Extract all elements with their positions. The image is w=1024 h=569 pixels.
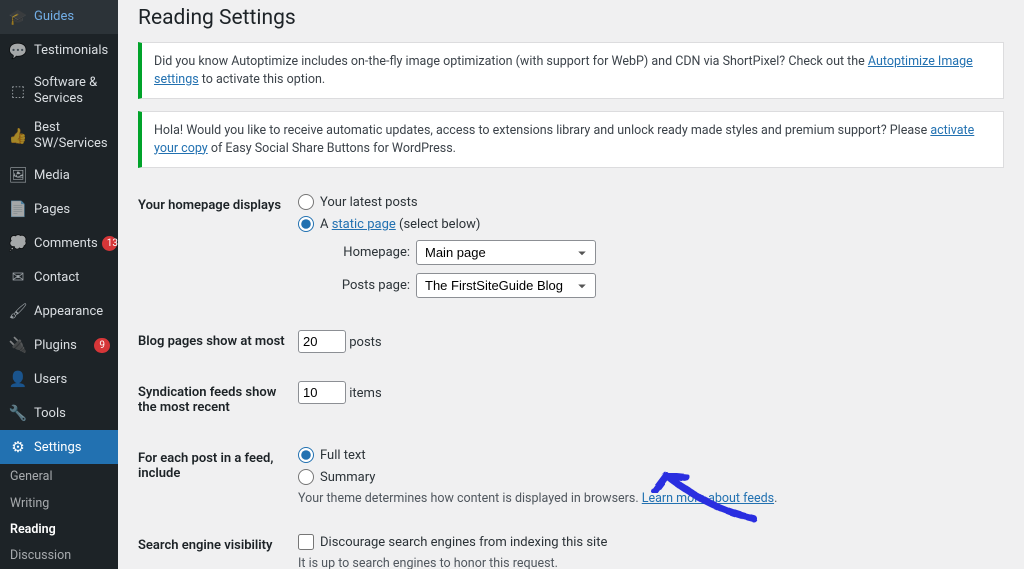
sidebar-item-label: Users bbox=[34, 372, 110, 388]
users-icon: 👤 bbox=[8, 369, 28, 389]
notice-text: Hola! Would you like to receive automati… bbox=[154, 123, 930, 138]
notice-autoptimize: Did you know Autoptimize includes on-the… bbox=[138, 42, 1004, 99]
syndication-input[interactable] bbox=[298, 381, 346, 404]
sidebar-item-media[interactable]: 🖼 Media bbox=[0, 158, 118, 192]
sidebar-item-tools[interactable]: 🔧 Tools bbox=[0, 396, 118, 430]
count-badge: 9 bbox=[94, 338, 110, 353]
guides-icon: 🎓 bbox=[8, 7, 28, 27]
settings-form: Your homepage displays Your latest posts… bbox=[138, 180, 1004, 569]
sidebar-item-label: Software & Services bbox=[34, 75, 110, 106]
sidebar-item-label: Settings bbox=[34, 440, 110, 456]
blog-pages-unit: posts bbox=[349, 335, 381, 350]
sidebar-item-label: Appearance bbox=[34, 304, 110, 320]
sidebar-item-pages[interactable]: 📄 Pages bbox=[0, 192, 118, 226]
tools-icon: 🔧 bbox=[8, 403, 28, 423]
sidebar-item-software-services[interactable]: ⬚ Software & Services bbox=[0, 68, 118, 113]
sidebar-item-label: Media bbox=[34, 168, 110, 184]
homepage-select[interactable]: Main page bbox=[416, 240, 596, 265]
plugins-icon: 🔌 bbox=[8, 335, 28, 355]
comments-icon: 💭 bbox=[8, 233, 28, 253]
feed-include-label: For each post in a feed, include bbox=[138, 433, 298, 520]
sev-label: Search engine visibility bbox=[138, 520, 298, 569]
radio-static-prefix: A bbox=[320, 217, 332, 232]
notice-text: to activate this option. bbox=[199, 72, 326, 87]
sidebar-item-appearance[interactable]: 🖌 Appearance bbox=[0, 294, 118, 328]
sev-checkbox[interactable] bbox=[298, 534, 314, 550]
testimonials-icon: 💬 bbox=[8, 41, 28, 61]
sidebar-item-users[interactable]: 👤 Users bbox=[0, 362, 118, 396]
postspage-select[interactable]: The FirstSiteGuide Blog bbox=[416, 273, 596, 298]
radio-full-text-label: Full text bbox=[320, 448, 366, 463]
sidebar-item-label: Contact bbox=[34, 270, 110, 286]
blog-pages-label: Blog pages show at most bbox=[138, 316, 298, 367]
homepage-displays-label: Your homepage displays bbox=[138, 180, 298, 316]
best-sw-services-icon: 👍 bbox=[8, 126, 28, 146]
sidebar-item-comments[interactable]: 💭 Comments 13 bbox=[0, 226, 118, 260]
radio-full-text[interactable] bbox=[298, 447, 314, 463]
notice-essb: Hola! Would you like to receive automati… bbox=[138, 111, 1004, 168]
feed-description: Your theme determines how content is dis… bbox=[298, 491, 994, 506]
notice-text: Did you know Autoptimize includes on-the… bbox=[154, 54, 868, 69]
software-services-icon: ⬚ bbox=[8, 81, 28, 101]
learn-more-feeds-link[interactable]: Learn more about feeds bbox=[642, 491, 774, 506]
radio-summary[interactable] bbox=[298, 469, 314, 485]
sidebar-subitem-discussion[interactable]: Discussion bbox=[0, 543, 118, 569]
sidebar-item-label: Pages bbox=[34, 202, 110, 218]
sidebar-item-label: Comments bbox=[34, 236, 98, 252]
sidebar-item-label: Tools bbox=[34, 406, 110, 422]
sidebar-subitem-reading[interactable]: Reading bbox=[0, 517, 118, 543]
pages-icon: 📄 bbox=[8, 199, 28, 219]
homepage-select-label: Homepage: bbox=[336, 245, 410, 260]
blog-pages-input[interactable] bbox=[298, 330, 346, 353]
sidebar-subitem-general[interactable]: General bbox=[0, 464, 118, 490]
sidebar-item-label: Guides bbox=[34, 9, 110, 25]
radio-latest-posts[interactable] bbox=[298, 194, 314, 210]
sidebar-item-best-sw-services[interactable]: 👍 Best SW/Services bbox=[0, 113, 118, 158]
syndication-label: Syndication feeds show the most recent bbox=[138, 367, 298, 433]
admin-sidebar: 🎓 Guides 💬 Testimonials ⬚ Software & Services… bbox=[0, 0, 118, 569]
sidebar-item-guides[interactable]: 🎓 Guides bbox=[0, 0, 118, 34]
static-page-link[interactable]: static page bbox=[332, 217, 396, 232]
sev-checkbox-label: Discourage search engines from indexing … bbox=[320, 535, 607, 550]
sidebar-item-label: Plugins bbox=[34, 338, 90, 354]
count-badge: 13 bbox=[102, 236, 117, 251]
sidebar-item-testimonials[interactable]: 💬 Testimonials bbox=[0, 34, 118, 68]
page-title: Reading Settings bbox=[138, 0, 1004, 42]
radio-summary-label: Summary bbox=[320, 470, 375, 485]
sidebar-item-contact[interactable]: ✉ Contact bbox=[0, 260, 118, 294]
sidebar-item-plugins[interactable]: 🔌 Plugins 9 bbox=[0, 328, 118, 362]
radio-static-suffix: (select below) bbox=[396, 217, 481, 232]
sev-description: It is up to search engines to honor this… bbox=[298, 556, 994, 569]
appearance-icon: 🖌 bbox=[8, 301, 28, 321]
media-icon: 🖼 bbox=[8, 165, 28, 185]
main-content: Reading Settings Did you know Autoptimiz… bbox=[118, 0, 1024, 569]
sidebar-subitem-writing[interactable]: Writing bbox=[0, 491, 118, 517]
contact-icon: ✉ bbox=[8, 267, 28, 287]
notice-text: of Easy Social Share Buttons for WordPre… bbox=[208, 141, 456, 156]
radio-latest-posts-label: Your latest posts bbox=[320, 195, 418, 210]
sidebar-item-label: Best SW/Services bbox=[34, 120, 110, 151]
radio-static-page[interactable] bbox=[298, 216, 314, 232]
sidebar-item-label: Testimonials bbox=[34, 43, 110, 59]
sidebar-item-settings[interactable]: ⚙ Settings bbox=[0, 430, 118, 464]
settings-icon: ⚙ bbox=[8, 437, 28, 457]
syndication-unit: items bbox=[349, 386, 381, 401]
postspage-select-label: Posts page: bbox=[336, 278, 410, 293]
